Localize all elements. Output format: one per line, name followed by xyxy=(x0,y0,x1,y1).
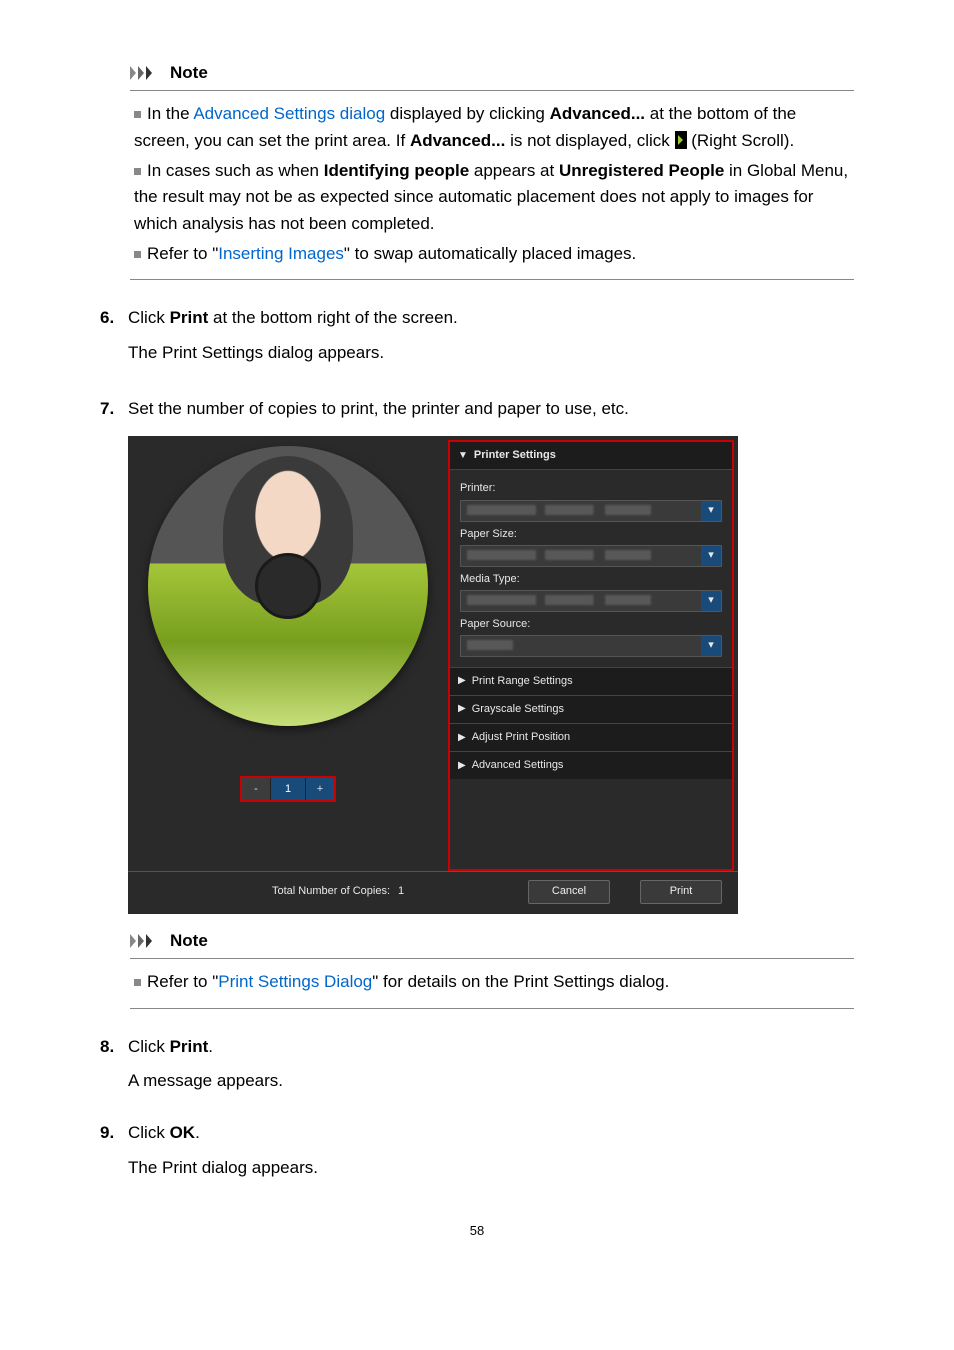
step-6: 6. Click Print at the bottom right of th… xyxy=(100,305,854,331)
paper-size-label: Paper Size: xyxy=(460,526,722,543)
note-header: Note xyxy=(130,928,854,959)
printer-select[interactable]: ▾ xyxy=(460,500,722,522)
total-copies-label: Total Number of Copies: xyxy=(144,883,398,900)
printer-label: Printer: xyxy=(460,480,722,497)
note1-item3: Refer to "Inserting Images" to swap auto… xyxy=(134,241,850,267)
advanced-settings-dialog-link[interactable]: Advanced Settings dialog xyxy=(193,104,385,123)
note-box-1: Note In the Advanced Settings dialog dis… xyxy=(130,60,854,280)
bullet-icon xyxy=(134,979,141,986)
bullet-icon xyxy=(134,168,141,175)
right-scroll-icon xyxy=(675,131,687,149)
dropdown-arrow-icon: ▾ xyxy=(701,636,721,656)
increment-copies-button[interactable]: + xyxy=(305,778,334,800)
note2-item: Refer to "Print Settings Dialog" for det… xyxy=(134,969,850,995)
media-type-label: Media Type: xyxy=(460,571,722,588)
triangle-right-icon: ▶ xyxy=(458,701,466,717)
print-button[interactable]: Print xyxy=(640,880,722,904)
triangle-right-icon: ▶ xyxy=(458,730,466,746)
step-text: Click Print. xyxy=(128,1034,854,1060)
adjust-print-position-header[interactable]: ▶Adjust Print Position xyxy=(450,723,732,751)
chevrons-right-icon xyxy=(130,932,164,950)
step-number: 6. xyxy=(100,305,128,331)
step-6-sub: The Print Settings dialog appears. xyxy=(128,340,854,366)
dialog-footer: Total Number of Copies: 1 Cancel Print xyxy=(128,871,738,914)
step-text: Set the number of copies to print, the p… xyxy=(128,396,854,422)
settings-pane: ▼ Printer Settings Printer: ▾ Paper Size… xyxy=(448,440,734,870)
note-body: Refer to "Print Settings Dialog" for det… xyxy=(130,959,854,1008)
step-7: 7. Set the number of copies to print, th… xyxy=(100,396,854,422)
triangle-right-icon: ▶ xyxy=(458,758,466,774)
step-8-sub: A message appears. xyxy=(128,1068,854,1094)
total-copies-value: 1 xyxy=(398,883,418,900)
step-9-sub: The Print dialog appears. xyxy=(128,1155,854,1181)
note-body: In the Advanced Settings dialog displaye… xyxy=(130,91,854,280)
step-number: 9. xyxy=(100,1120,128,1146)
bullet-icon xyxy=(134,111,141,118)
note-header: Note xyxy=(130,60,854,91)
paper-size-select[interactable]: ▾ xyxy=(460,545,722,567)
paper-source-select[interactable]: ▾ xyxy=(460,635,722,657)
inserting-images-link[interactable]: Inserting Images xyxy=(218,244,344,263)
print-range-settings-header[interactable]: ▶Print Range Settings xyxy=(450,667,732,695)
note-title: Note xyxy=(170,928,208,954)
print-settings-screenshot: - 1 + ▼ Printer Settings Printer: ▾ Pape… xyxy=(128,436,738,913)
triangle-right-icon: ▶ xyxy=(458,673,466,689)
media-type-select[interactable]: ▾ xyxy=(460,590,722,612)
paper-source-label: Paper Source: xyxy=(460,616,722,633)
note-title: Note xyxy=(170,60,208,86)
dropdown-arrow-icon: ▾ xyxy=(701,501,721,521)
decrement-copies-button[interactable]: - xyxy=(242,778,271,800)
dropdown-arrow-icon: ▾ xyxy=(701,546,721,566)
note1-item2: In cases such as when Identifying people… xyxy=(134,158,850,237)
printer-settings-header[interactable]: ▼ Printer Settings xyxy=(450,442,732,470)
copies-value[interactable]: 1 xyxy=(271,778,305,800)
disc-preview xyxy=(148,446,428,726)
step-text: Click Print at the bottom right of the s… xyxy=(128,305,854,331)
note1-item1: In the Advanced Settings dialog displaye… xyxy=(134,101,850,154)
advanced-settings-header[interactable]: ▶Advanced Settings xyxy=(450,751,732,779)
page-number: 58 xyxy=(100,1221,854,1241)
print-settings-dialog-link[interactable]: Print Settings Dialog xyxy=(218,972,372,991)
step-text: Click OK. xyxy=(128,1120,854,1146)
cancel-button[interactable]: Cancel xyxy=(528,880,610,904)
bullet-icon xyxy=(134,251,141,258)
triangle-down-icon: ▼ xyxy=(458,448,468,464)
chevrons-right-icon xyxy=(130,64,164,82)
grayscale-settings-header[interactable]: ▶Grayscale Settings xyxy=(450,695,732,723)
disc-hole xyxy=(255,553,321,619)
copies-spinner: - 1 + xyxy=(240,776,336,802)
step-number: 7. xyxy=(100,396,128,422)
step-9: 9. Click OK. xyxy=(100,1120,854,1146)
preview-pane: - 1 + xyxy=(128,436,448,870)
dropdown-arrow-icon: ▾ xyxy=(701,591,721,611)
step-8: 8. Click Print. xyxy=(100,1034,854,1060)
note-box-2: Note Refer to "Print Settings Dialog" fo… xyxy=(130,928,854,1009)
step-number: 8. xyxy=(100,1034,128,1060)
